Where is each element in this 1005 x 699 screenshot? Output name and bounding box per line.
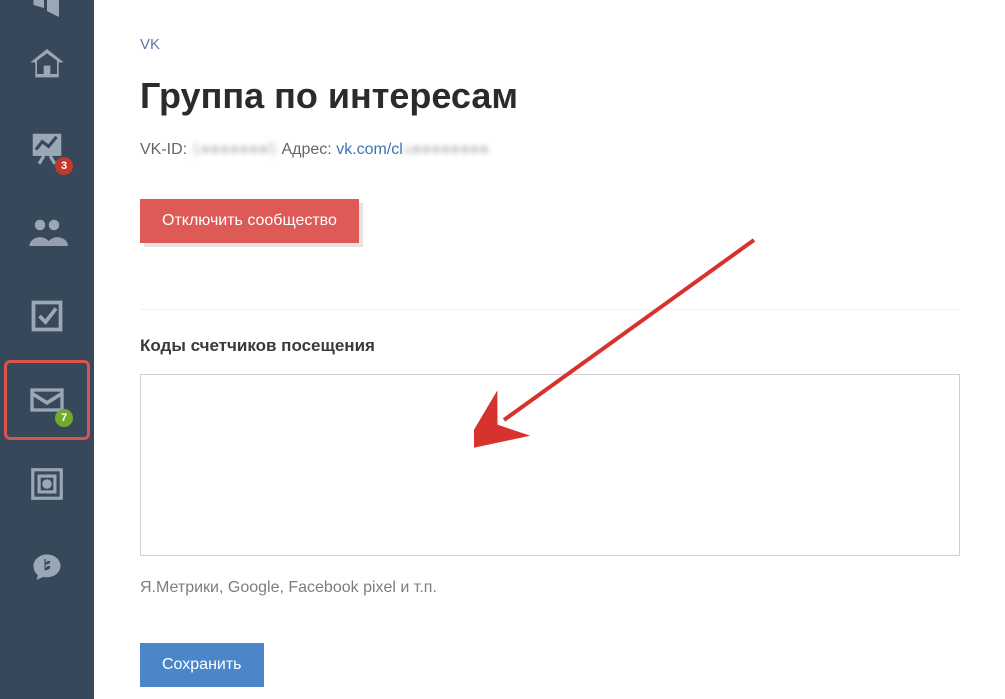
vkid-value: 1●●●●●●●5 — [192, 141, 277, 158]
meta-line: VK-ID: 1●●●●●●●5 Адрес: vk.com/clu●●●●●●… — [140, 141, 1005, 159]
safe-icon — [28, 465, 66, 503]
sidebar-badge-mail: 7 — [55, 409, 73, 427]
sidebar-item-home[interactable] — [4, 24, 90, 104]
main-content: VK Группа по интересам VK-ID: 1●●●●●●●5 … — [94, 0, 1005, 699]
counters-hint: Я.Метрики, Google, Facebook pixel и т.п. — [140, 579, 1005, 597]
senler-logo-icon — [29, 550, 65, 586]
people-icon — [26, 211, 68, 253]
home-icon — [27, 44, 67, 84]
counters-textarea[interactable] — [140, 374, 960, 556]
sidebar: 3 7 — [0, 0, 94, 699]
counters-label: Коды счетчиков посещения — [140, 336, 1005, 356]
checkbox-icon — [29, 298, 65, 334]
sidebar-item-mail[interactable]: 7 — [4, 360, 90, 440]
save-button[interactable]: Сохранить — [140, 643, 264, 687]
breadcrumb[interactable]: VK — [140, 36, 160, 53]
section-divider — [140, 309, 960, 310]
addr-link[interactable]: vk.com/clu●●●●●●●● — [336, 141, 489, 158]
megaphone-icon — [29, 0, 65, 20]
page-title: Группа по интересам — [140, 75, 1005, 117]
sidebar-item-megaphone[interactable] — [4, 0, 90, 20]
sidebar-badge-chart: 3 — [55, 157, 73, 175]
vkid-label: VK-ID: — [140, 141, 187, 158]
addr-label: Адрес: — [281, 141, 331, 158]
sidebar-item-senler[interactable] — [4, 528, 90, 608]
sidebar-item-people[interactable] — [4, 192, 90, 272]
disconnect-button[interactable]: Отключить сообщество — [140, 199, 359, 243]
sidebar-item-chart[interactable]: 3 — [4, 108, 90, 188]
sidebar-item-checkbox[interactable] — [4, 276, 90, 356]
sidebar-item-safe[interactable] — [4, 444, 90, 524]
